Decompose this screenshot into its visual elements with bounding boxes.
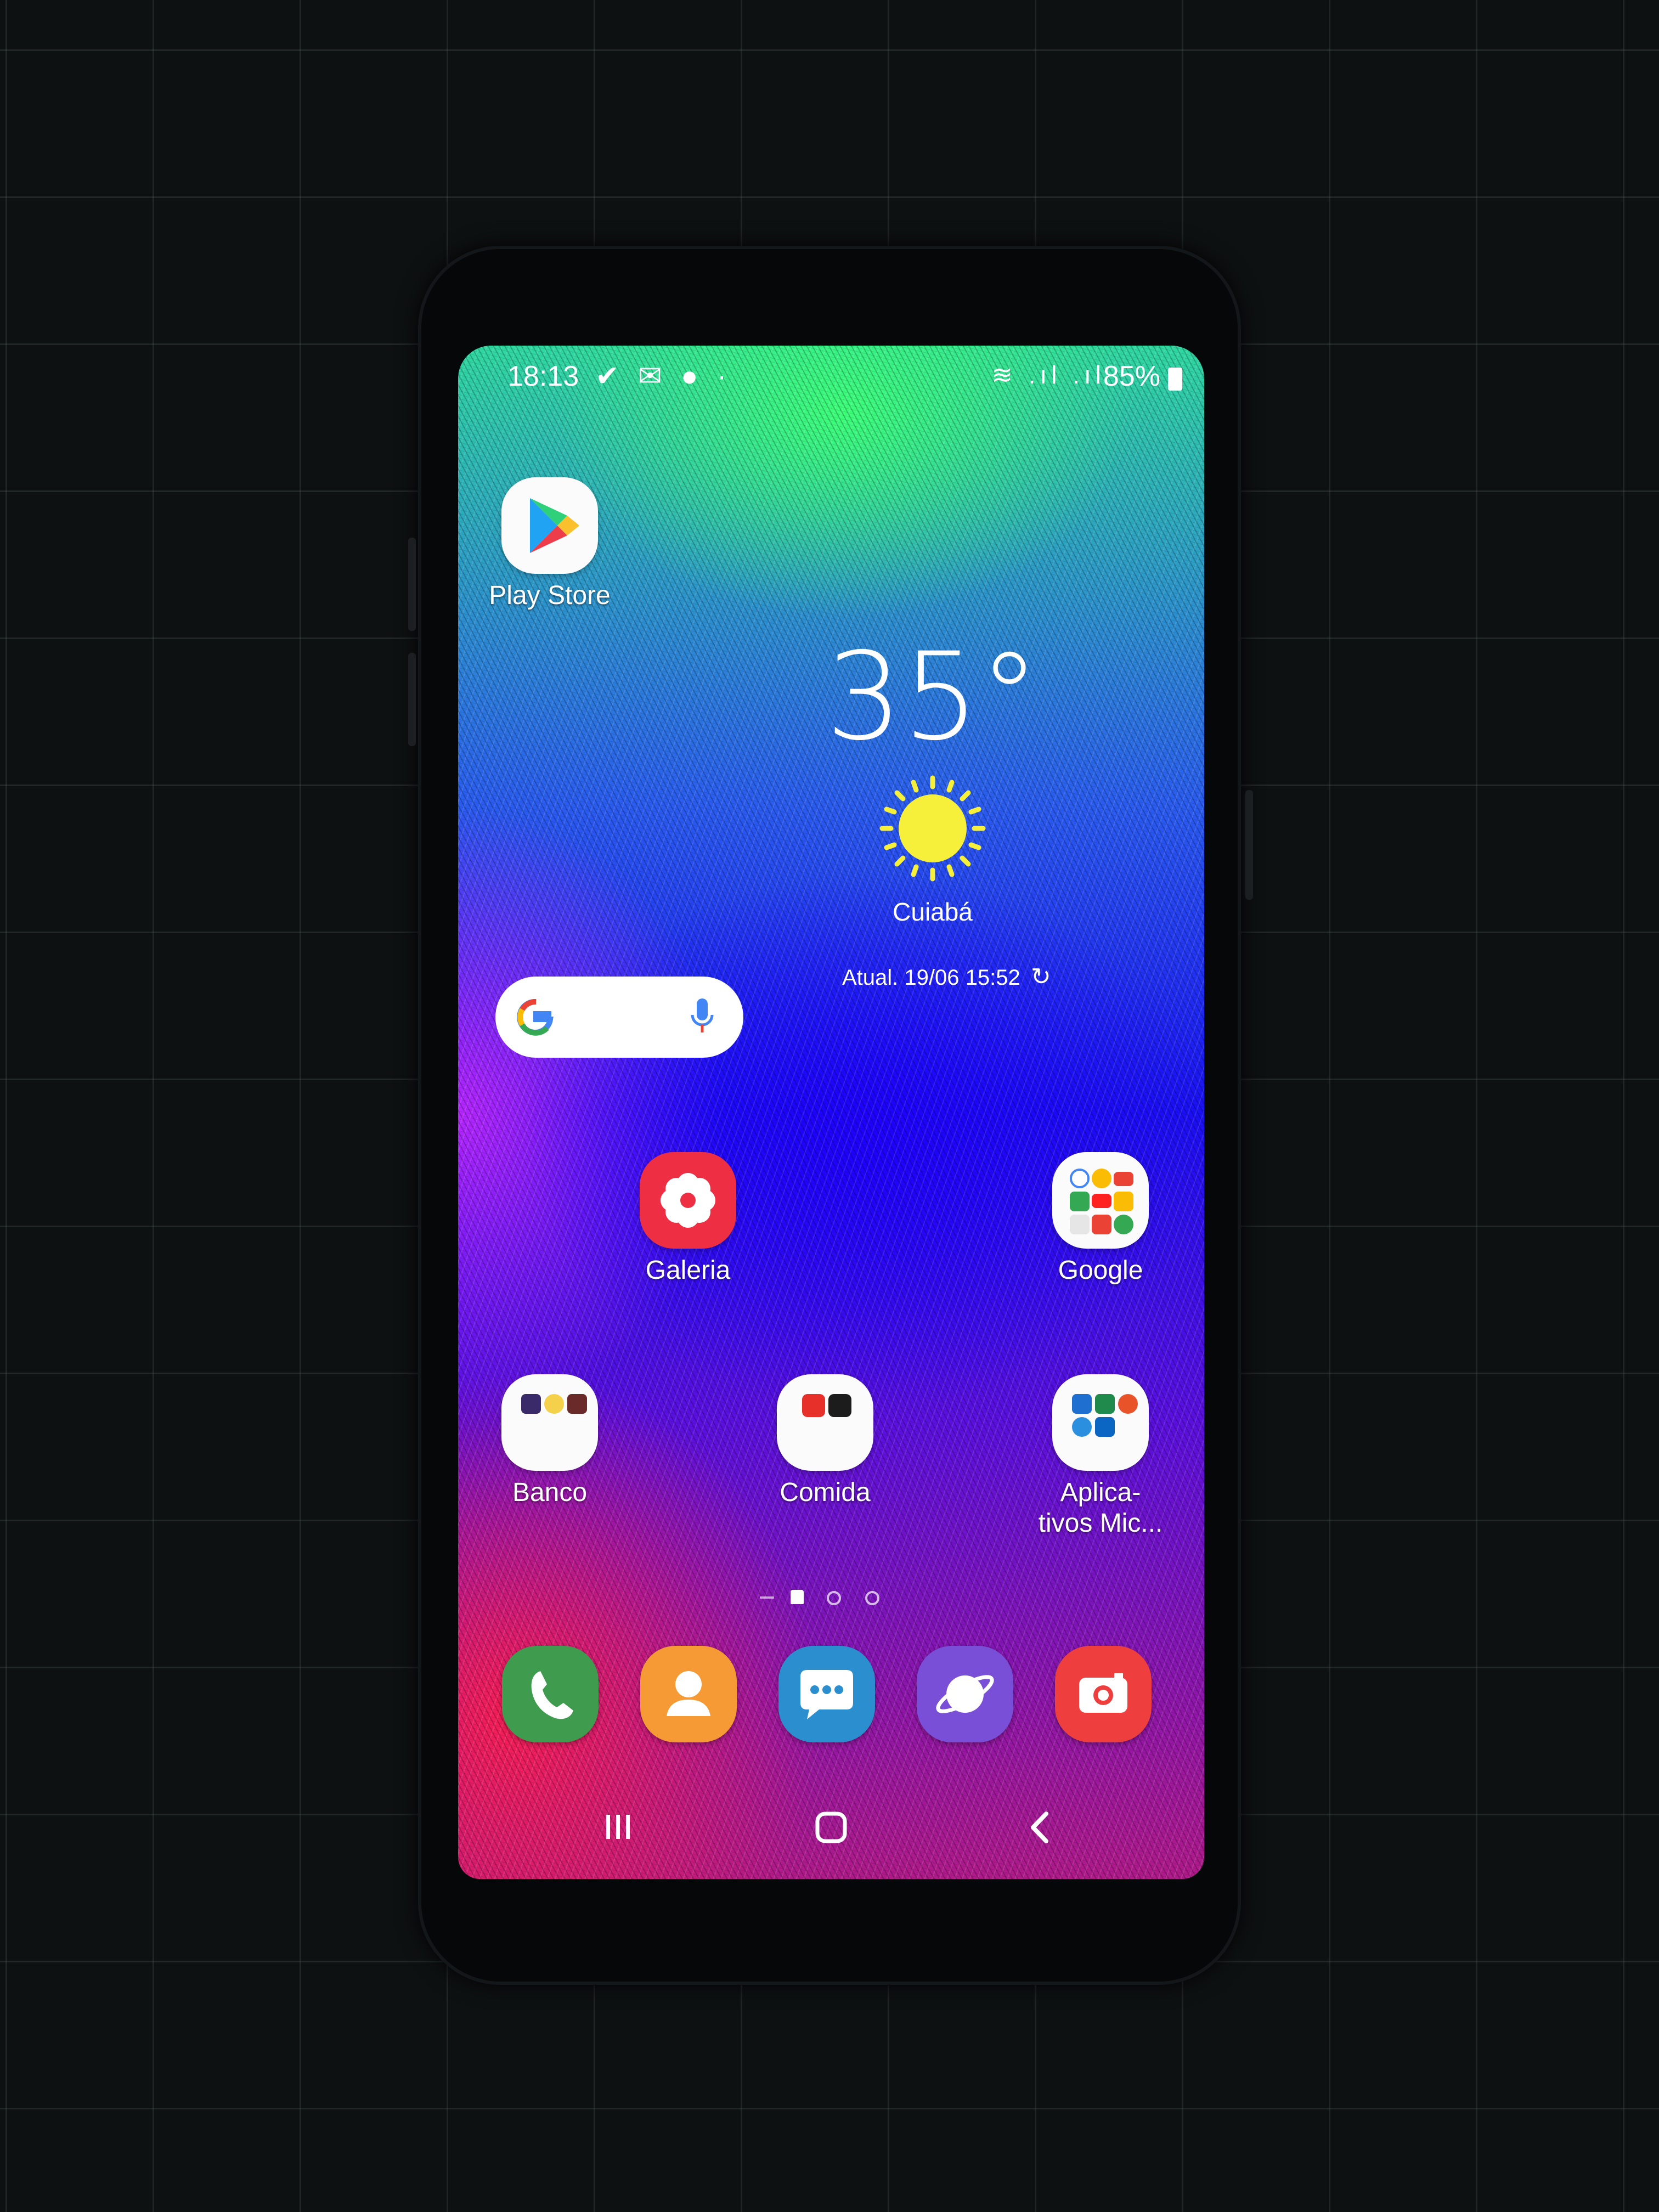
app-label: Galeria	[645, 1256, 731, 1285]
home-screen: 18:13 ✔ ✉ ● · ≋ .ıl .ıl 85% Play Store 3…	[458, 346, 1204, 1879]
app-label: Comida	[780, 1478, 871, 1507]
app-label: Banco	[512, 1478, 588, 1507]
page-dot	[865, 1591, 879, 1605]
notification-icons: ✔ ✉ ● ·	[595, 360, 732, 392]
camera-icon[interactable]	[1055, 1646, 1152, 1742]
google-search-bar[interactable]	[495, 977, 743, 1058]
google-icon	[1070, 1169, 1090, 1188]
app-label: Aplica- tivos Mic...	[1038, 1478, 1163, 1538]
battery-percent: 85%	[1103, 360, 1160, 392]
status-bar[interactable]: 18:13 ✔ ✉ ● · ≋ .ıl .ıl 85%	[458, 346, 1204, 395]
play-movies-icon	[1092, 1215, 1111, 1234]
mic-icon[interactable]	[689, 995, 716, 1039]
folder-icon	[1052, 1152, 1149, 1249]
navigation-bar	[458, 1794, 1204, 1860]
outlook-icon	[1072, 1394, 1092, 1414]
onedrive-icon	[1072, 1417, 1092, 1437]
weather-updated[interactable]: Atual. 19/06 15:52 ↻	[842, 963, 1051, 991]
play-store-icon	[501, 477, 598, 574]
chrome-icon	[1092, 1169, 1111, 1188]
home-page-dot	[791, 1590, 804, 1604]
maps-icon	[1070, 1192, 1090, 1211]
galeria-icon	[640, 1152, 736, 1249]
folder-icon	[777, 1374, 873, 1471]
office-icon	[1118, 1394, 1138, 1414]
phone-icon[interactable]	[502, 1646, 599, 1742]
page-indicator[interactable]	[760, 1587, 902, 1609]
flower-icon	[661, 1173, 715, 1228]
food-app-icon	[802, 1394, 825, 1417]
weather-temperature: 35°	[826, 627, 1040, 767]
side-button-right	[1245, 790, 1253, 900]
internet-icon[interactable]	[917, 1646, 1013, 1742]
drive-icon	[1114, 1192, 1133, 1211]
folder-google[interactable]: Google	[1029, 1152, 1172, 1286]
app-play-store[interactable]: Play Store	[478, 477, 621, 611]
bank-app-icon	[567, 1394, 587, 1414]
uber-eats-icon	[828, 1394, 851, 1417]
play-icon	[1070, 1215, 1090, 1234]
weather-city: Cuiabá	[893, 898, 973, 926]
refresh-icon[interactable]: ↻	[1031, 963, 1051, 990]
signal-icons: ≋ .ıl .ıl	[991, 360, 1105, 389]
bank-app-icon	[521, 1394, 541, 1414]
page-dot	[827, 1591, 841, 1605]
page-indicator-line	[760, 1596, 774, 1599]
folder-banco[interactable]: Banco	[478, 1374, 621, 1508]
app-label: Play Store	[489, 581, 611, 610]
recents-icon[interactable]	[602, 1810, 635, 1843]
messages-icon[interactable]	[778, 1646, 875, 1742]
linkedin-icon	[1095, 1417, 1115, 1437]
contacts-icon[interactable]	[640, 1646, 737, 1742]
home-icon[interactable]	[812, 1808, 850, 1847]
excel-icon	[1095, 1394, 1115, 1414]
side-button-left	[408, 538, 416, 631]
google-g-icon	[517, 998, 554, 1036]
bank-app-icon	[544, 1394, 564, 1414]
sun-icon	[879, 775, 986, 882]
folder-microsoft[interactable]: Aplica- tivos Mic...	[1029, 1374, 1172, 1539]
status-time: 18:13	[507, 360, 579, 392]
weather-widget[interactable]: 35° Cuiabá	[823, 636, 1042, 927]
folder-icon	[1052, 1374, 1149, 1471]
weather-updated-text: Atual. 19/06 15:52	[842, 966, 1020, 990]
folder-comida[interactable]: Comida	[754, 1374, 896, 1508]
youtube-icon	[1092, 1194, 1111, 1208]
app-label: Google	[1058, 1256, 1143, 1285]
back-icon[interactable]	[1023, 1808, 1056, 1847]
folder-icon	[501, 1374, 598, 1471]
app-galeria[interactable]: Galeria	[617, 1152, 759, 1286]
side-button-left-2	[408, 653, 416, 746]
gmail-icon	[1114, 1172, 1133, 1186]
photos-icon	[1114, 1215, 1133, 1234]
battery-icon	[1168, 368, 1182, 391]
